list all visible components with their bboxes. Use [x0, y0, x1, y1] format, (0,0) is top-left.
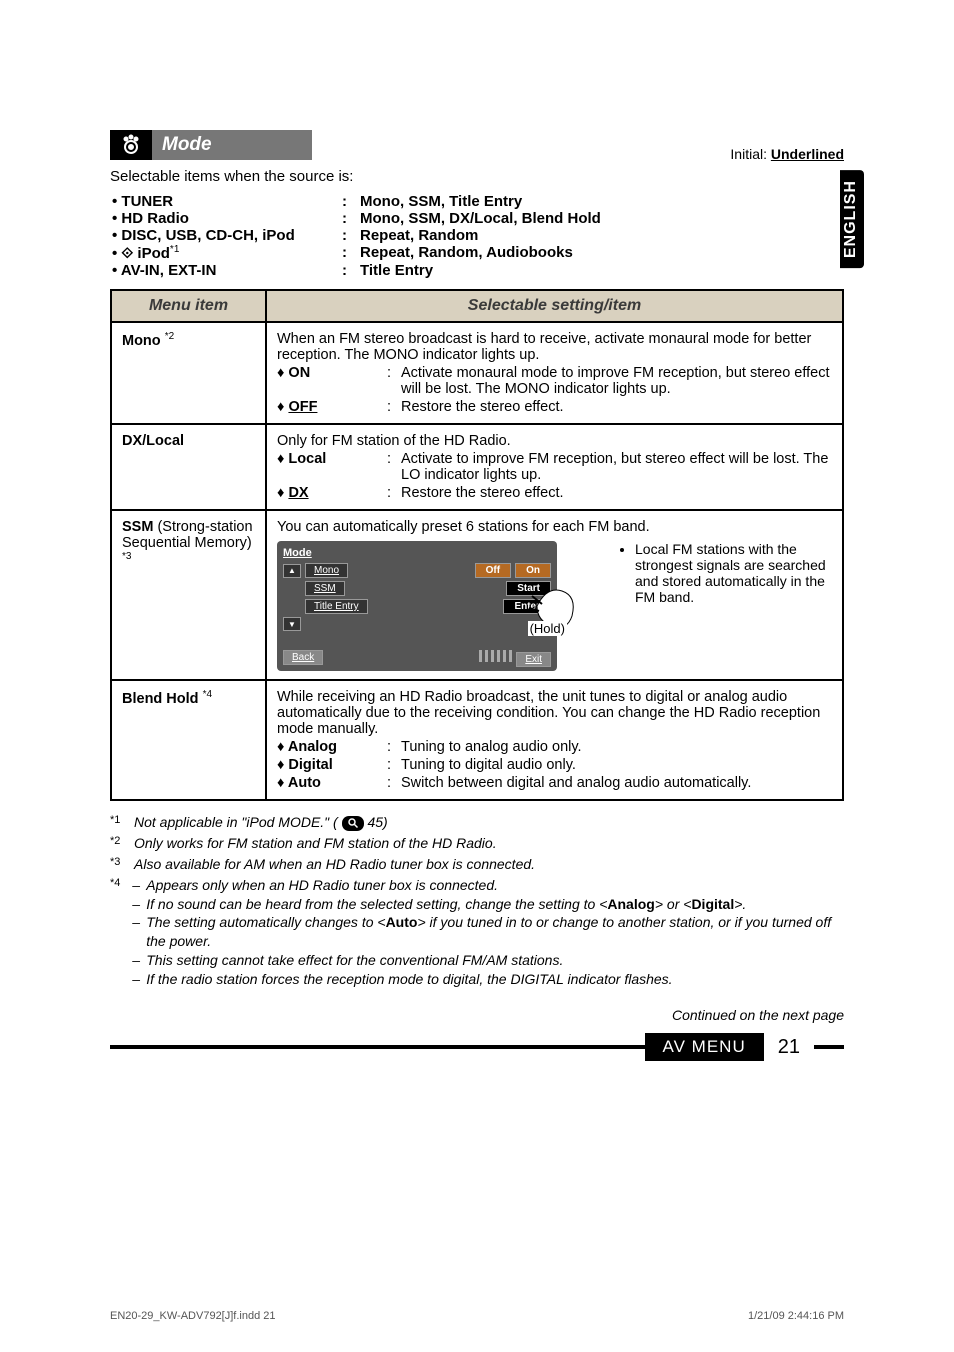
setting-content: Only for FM station of the HD Radio.♦ Lo…	[266, 424, 843, 510]
setting-content: When an FM stereo broadcast is hard to r…	[266, 322, 843, 424]
footer-bar: AV MENU 21	[110, 1033, 844, 1061]
header-menu-item: Menu item	[111, 290, 266, 322]
menu-item: SSM (Strong-station Sequential Memory) *…	[111, 510, 266, 680]
footnotes: *1Not applicable in "iPod MODE." ( 45)*2…	[110, 813, 844, 989]
mode-header: Mode	[110, 130, 312, 160]
initial-indicator: Initial: Underlined	[730, 146, 844, 162]
mode-title: Mode	[152, 130, 312, 160]
source-list: • TUNER:Mono, SSM, Title Entry• HD Radio…	[112, 193, 844, 279]
section-tag: AV MENU	[645, 1033, 764, 1061]
mode-icon	[110, 130, 152, 160]
magnifier-icon	[342, 816, 364, 831]
print-meta: EN20-29_KW-ADV792[J]f.indd 21 1/21/09 2:…	[110, 1310, 844, 1322]
menu-item: Mono *2	[111, 322, 266, 424]
menu-item: Blend Hold *4	[111, 680, 266, 800]
header-selectable: Selectable setting/item	[266, 290, 843, 322]
settings-table: Menu item Selectable setting/item Mono *…	[110, 289, 844, 801]
page-number: 21	[764, 1036, 814, 1059]
continued-text: Continued on the next page	[110, 1007, 844, 1023]
ssm-screen: Mode▲MonoOffOnSSMStartTitle EntryEnter▼B…	[277, 541, 557, 671]
menu-item: DX/Local	[111, 424, 266, 510]
setting-content: You can automatically preset 6 stations …	[266, 510, 843, 680]
intro-text: Selectable items when the source is:	[110, 168, 844, 185]
setting-content: While receiving an HD Radio broadcast, t…	[266, 680, 843, 800]
